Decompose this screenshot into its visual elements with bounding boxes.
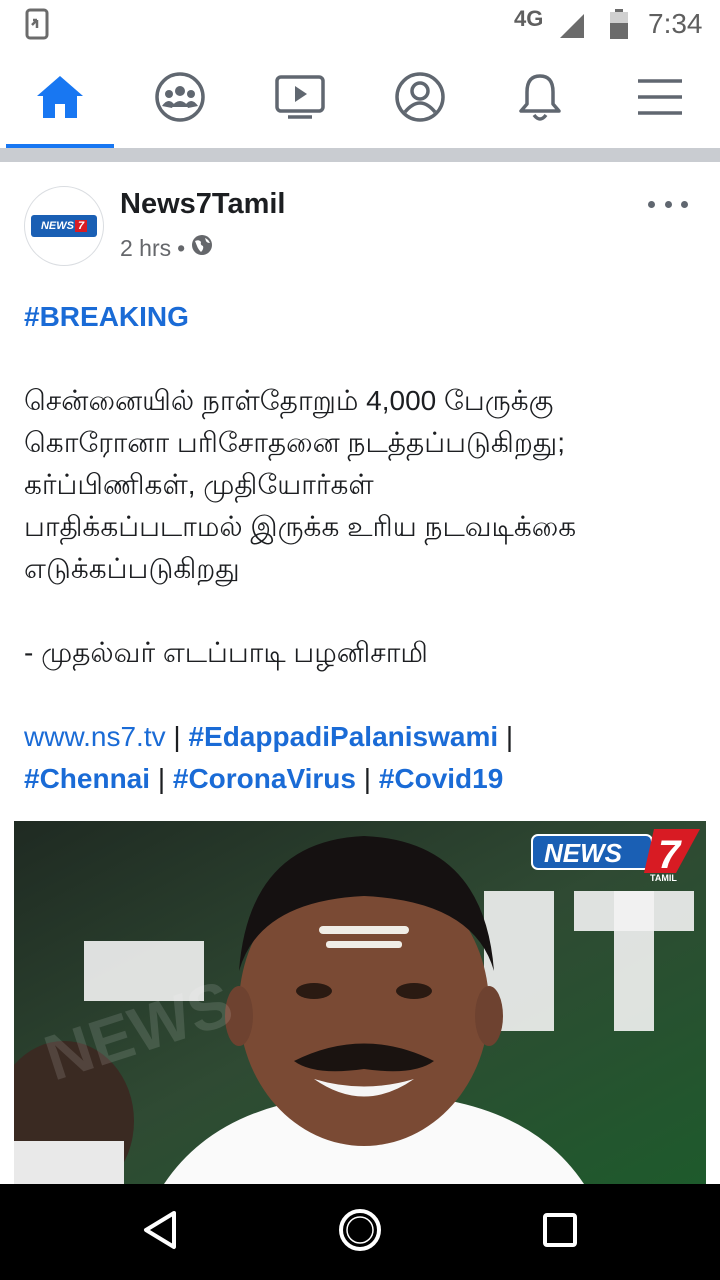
post-meta: 2 hrs • <box>120 234 213 262</box>
pipe-separator: | <box>363 763 372 794</box>
hashtag-chennai[interactable]: #Chennai <box>24 763 150 794</box>
svg-text:NEWS: NEWS <box>544 838 623 868</box>
home-button[interactable] <box>312 1184 408 1280</box>
nav-groups[interactable] <box>120 50 240 148</box>
nav-notifications[interactable] <box>480 50 600 148</box>
post-body-line: கர்ப்பிணிகள், முதியோர்கள் <box>24 469 374 500</box>
back-button[interactable] <box>112 1184 208 1280</box>
nav-profile[interactable] <box>360 50 480 148</box>
post-image[interactable]: NEWS NEWS 7 TAMIL <box>14 821 706 1184</box>
post-body-line: கொரோனா பரிசோதனை நடத்தப்படுகிறது; <box>24 427 565 458</box>
post-quote: - முதல்வர் எடப்பாடி பழனிசாமி <box>24 637 428 668</box>
top-nav <box>0 50 720 148</box>
notifications-icon <box>516 72 564 127</box>
post-body: #BREAKING சென்னையில் நாள்தோறும் 4,000 பே… <box>24 296 704 800</box>
screen-mirror-icon <box>24 8 52 40</box>
nav-watch[interactable] <box>240 50 360 148</box>
pipe-separator: | <box>505 721 514 752</box>
hashtag-coronavirus[interactable]: #CoronaVirus <box>173 763 356 794</box>
svg-text:TAMIL: TAMIL <box>650 873 677 883</box>
system-navigation-bar <box>0 1184 720 1280</box>
pipe-separator: | <box>173 721 181 752</box>
website-link[interactable]: www.ns7.tv <box>24 721 166 752</box>
page-avatar[interactable]: NEWS 7 <box>24 186 104 266</box>
hashtag-covid19[interactable]: #Covid19 <box>379 763 504 794</box>
post-time[interactable]: 2 hrs <box>120 235 171 262</box>
recents-square-icon <box>542 1212 578 1253</box>
menu-icon <box>638 78 682 121</box>
nav-menu[interactable] <box>600 50 720 148</box>
battery-icon <box>609 9 629 44</box>
post-body-line: பாதிக்கப்படாமல் இருக்க உரிய நடவடிக்கை <box>24 511 577 542</box>
clock: 7:34 <box>648 8 703 39</box>
nav-divider <box>0 148 720 162</box>
hashtag-breaking[interactable]: #BREAKING <box>24 296 704 338</box>
post-links-line-1: www.ns7.tv | #EdappadiPalaniswami | <box>24 716 704 758</box>
post-body-line: சென்னையில் நாள்தோறும் 4,000 பேருக்கு <box>24 385 554 416</box>
groups-icon <box>154 71 206 128</box>
home-icon <box>35 74 85 125</box>
feed-post: NEWS 7 News7Tamil 2 hrs • #BREAKING சென்ன… <box>0 162 720 1184</box>
network-type: 4G <box>514 6 544 31</box>
nav-home[interactable] <box>0 50 120 148</box>
status-bar: 4G 7:34 <box>0 0 720 50</box>
post-author[interactable]: News7Tamil <box>120 188 285 221</box>
signal-icon <box>558 12 586 45</box>
news7-logo: NEWS 7 <box>31 215 97 237</box>
post-links-line-2: #Chennai | #CoronaVirus | #Covid19 <box>24 758 704 800</box>
recents-button[interactable] <box>512 1184 608 1280</box>
hashtag-edappadi[interactable]: #EdappadiPalaniswami <box>188 721 498 752</box>
post-body-line: எடுக்கப்படுகிறது <box>24 553 240 584</box>
globe-icon <box>191 234 213 262</box>
post-options-button[interactable] <box>648 192 688 216</box>
profile-icon <box>394 71 446 128</box>
pipe-separator: | <box>157 763 166 794</box>
meta-separator: • <box>177 234 186 261</box>
home-circle-icon <box>338 1208 382 1257</box>
svg-text:7: 7 <box>658 833 682 877</box>
watch-icon <box>274 74 326 125</box>
back-icon <box>142 1210 178 1255</box>
